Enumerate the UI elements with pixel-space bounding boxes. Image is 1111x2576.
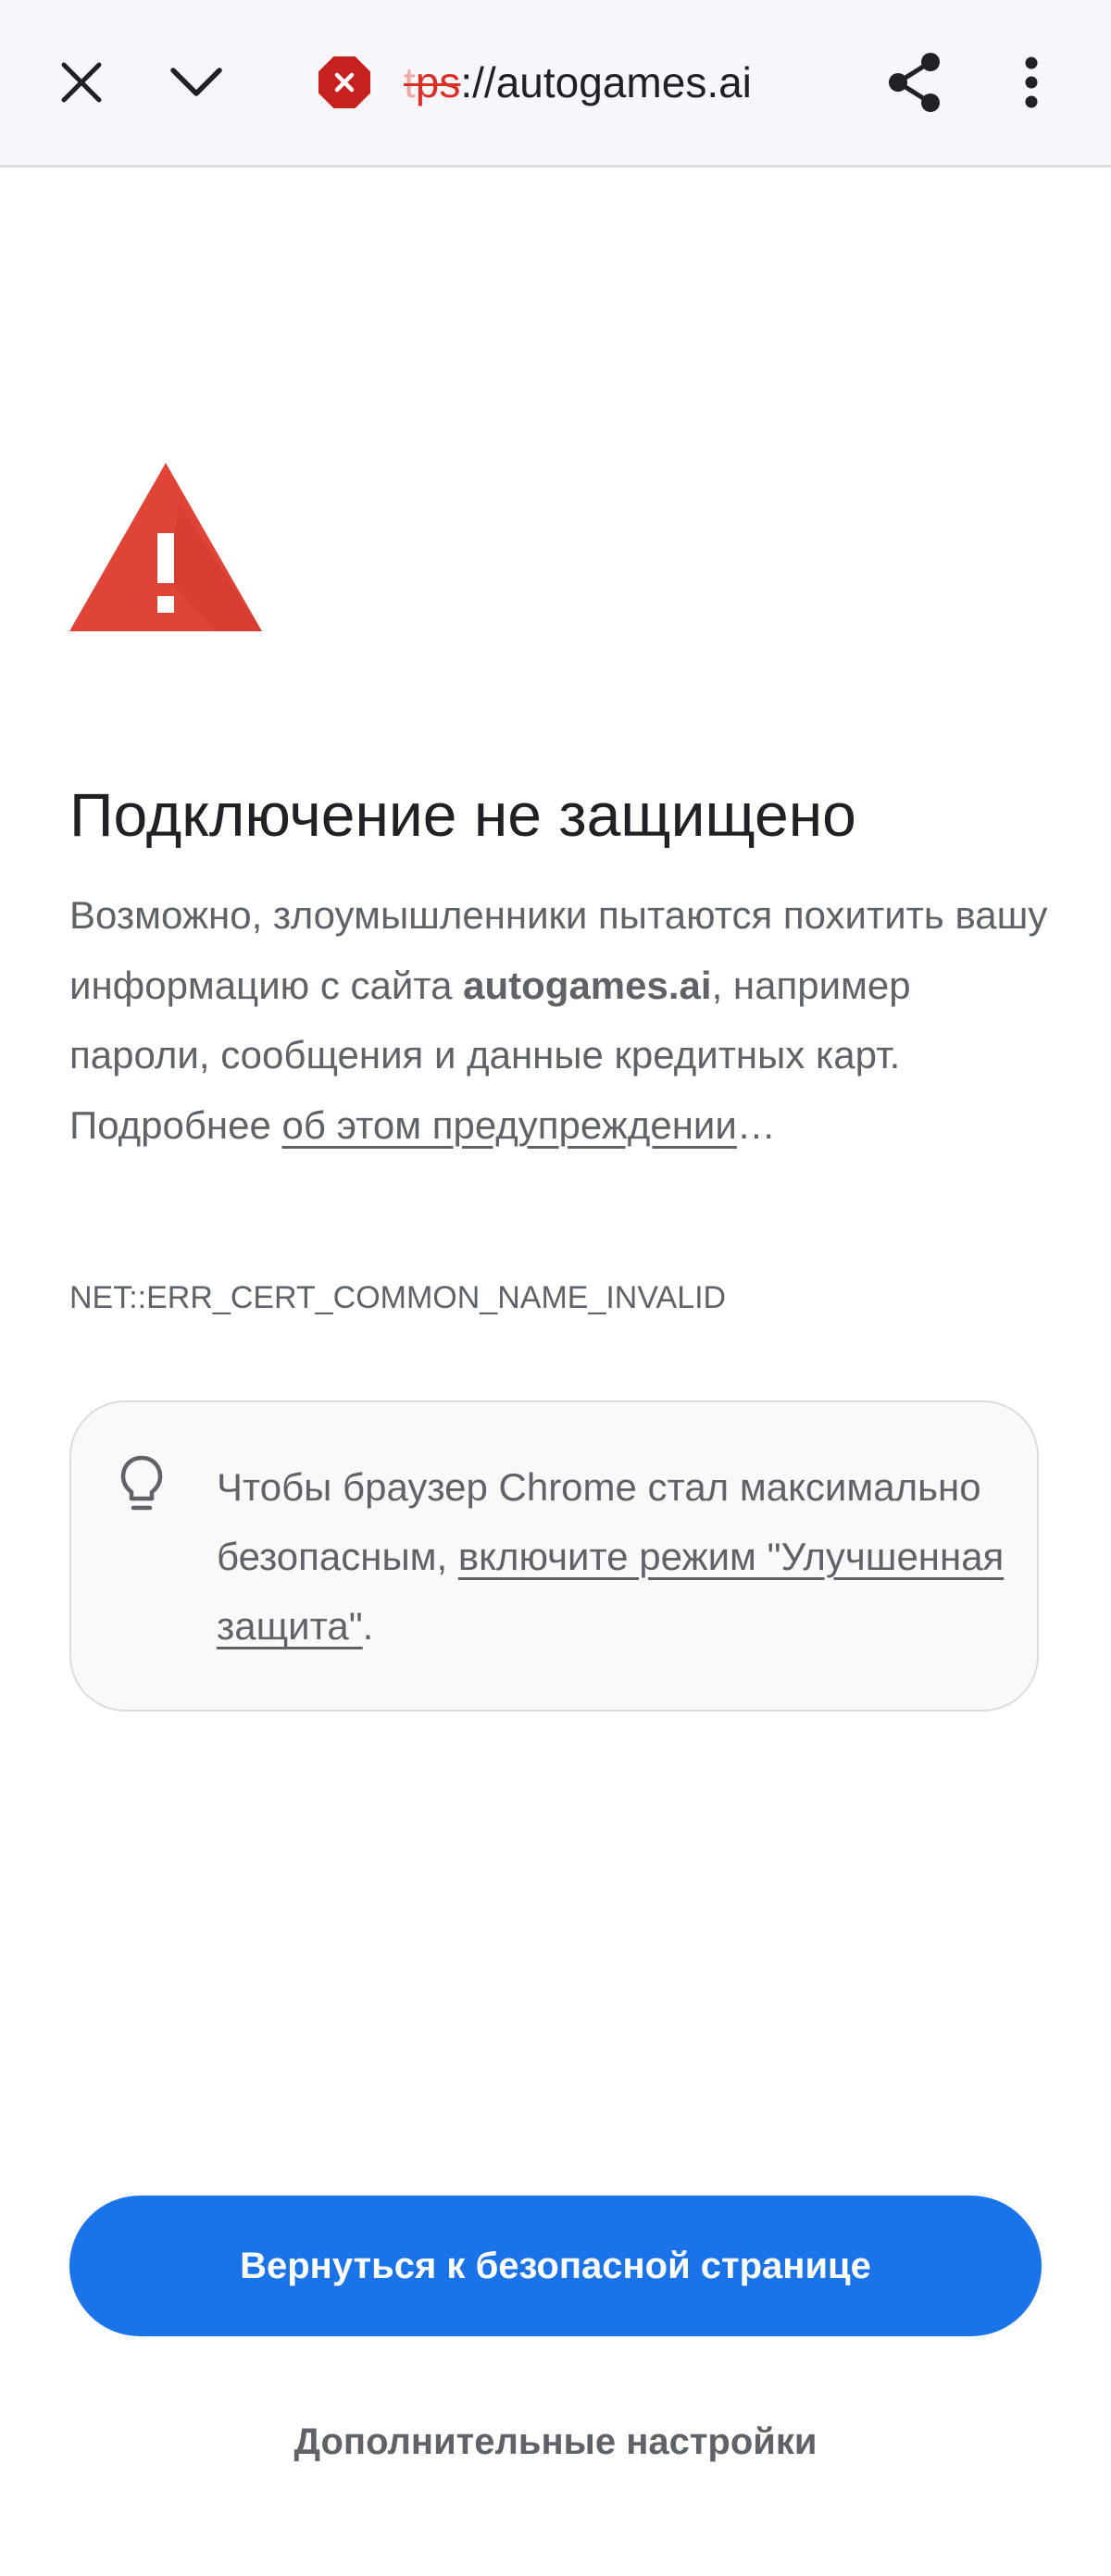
error-code: NET::ERR_CERT_COMMON_NAME_INVALID bbox=[69, 1280, 727, 1315]
url-scheme-crossed: tps bbox=[404, 58, 461, 106]
more-vertical-icon[interactable] bbox=[994, 45, 1068, 119]
close-icon[interactable] bbox=[44, 45, 119, 119]
url-host: ://autogames.ai bbox=[460, 58, 752, 106]
chevron-down-icon[interactable] bbox=[159, 45, 233, 119]
back-to-safety-button[interactable]: Вернуться к безопасной странице bbox=[69, 2196, 1042, 2336]
warning-description: Возможно, злоумышленники пытаются похити… bbox=[69, 893, 1048, 1147]
advanced-settings-button[interactable]: Дополнительные настройки bbox=[231, 2405, 880, 2479]
lightbulb-icon bbox=[120, 1455, 163, 1511]
warning-triangle-icon bbox=[69, 463, 262, 631]
not-secure-error-icon[interactable] bbox=[318, 56, 370, 108]
learn-more-link[interactable]: об этом предупреждении bbox=[281, 1103, 736, 1147]
page-title: Подключение не защищено bbox=[69, 780, 856, 849]
site-name: autogames.ai bbox=[463, 963, 712, 1007]
enhanced-protection-tip: Чтобы браузер Chrome стал максимально бе… bbox=[69, 1400, 1039, 1711]
tip-text: Чтобы браузер Chrome стал максимально бе… bbox=[217, 1465, 1005, 1648]
url-bar[interactable]: tps://autogames.ai bbox=[404, 52, 752, 113]
browser-toolbar: tps://autogames.ai bbox=[0, 0, 1111, 168]
share-icon[interactable] bbox=[878, 45, 952, 119]
